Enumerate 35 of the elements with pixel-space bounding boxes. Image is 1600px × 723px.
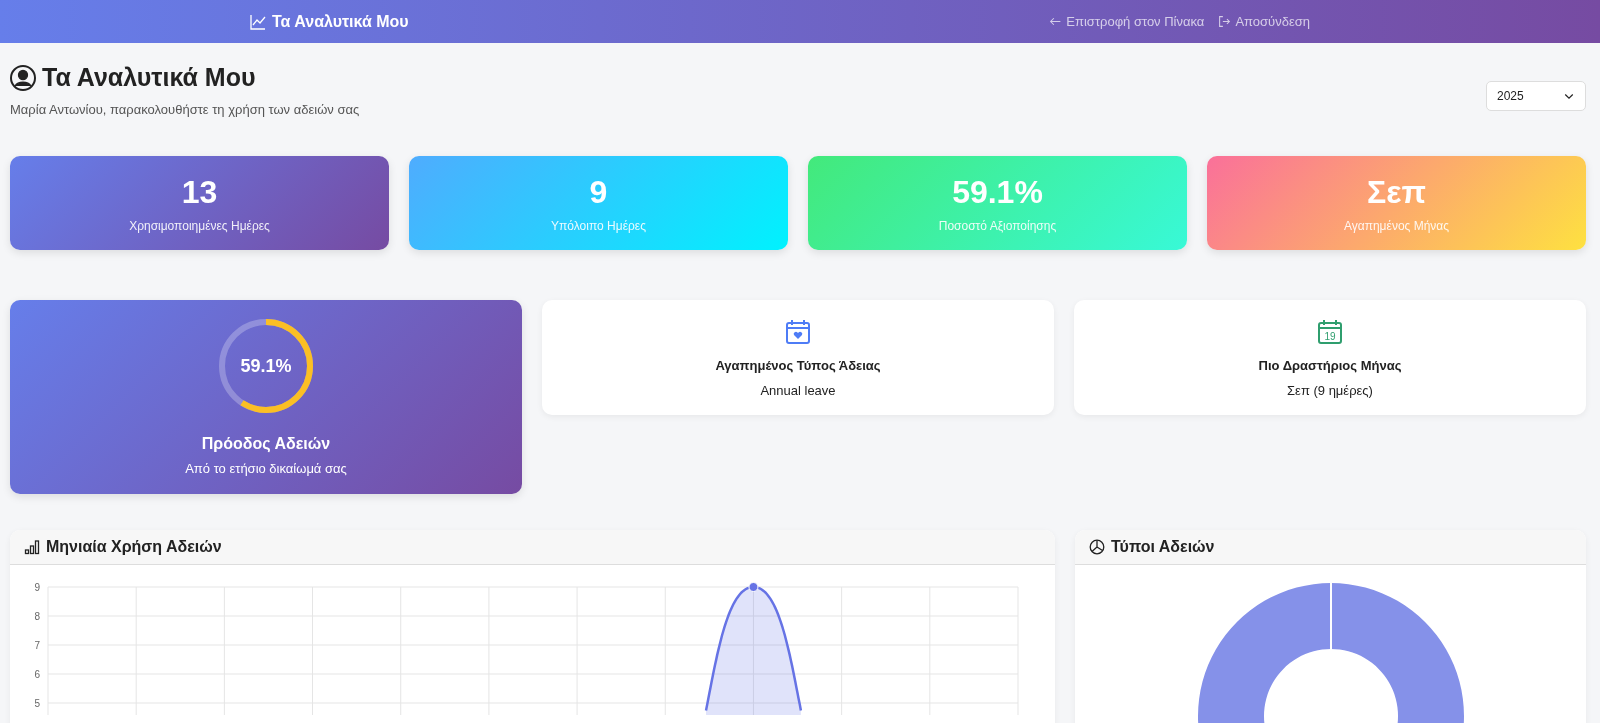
axis-tick-label: 9 (34, 582, 40, 593)
insight-title: Πιο Δραστήριος Μήνας (1258, 358, 1402, 373)
calendar-heart-icon (784, 318, 812, 346)
progress-subtitle: Από το ετήσιο δικαίωμά σας (185, 461, 347, 476)
year-select[interactable]: 2025 (1486, 81, 1586, 111)
axis-tick-label: 7 (34, 640, 40, 651)
page-title: Τα Αναλυτικά Μου (42, 63, 256, 92)
stat-label: Χρησιμοποιημένες Ημέρες (129, 218, 270, 233)
line-chart-icon[interactable] (250, 13, 266, 30)
bar-chart-icon (24, 539, 40, 555)
insight-value: Annual leave (760, 383, 836, 398)
progress-title: Πρόοδος Αδειών (201, 435, 331, 453)
back-link[interactable]: Επιστροφή στον Πίνακα (1049, 14, 1205, 29)
insight-value: Σεπ (9 ημέρες) (1287, 383, 1373, 398)
logout-link[interactable]: Αποσύνδεση (1218, 14, 1310, 29)
stat-label: Αγαπημένος Μήνας (1343, 218, 1450, 233)
stat-label: Υπόλοιπο Ημέρες (551, 218, 646, 233)
axis-tick-label: 5 (34, 698, 40, 709)
stat-value: 9 (589, 173, 608, 211)
stat-label: Ποσοστό Αξιοποίησης (938, 218, 1057, 233)
user-circle-icon (10, 64, 36, 91)
card-title: Μηνιαία Χρήση Αδειών (46, 538, 222, 556)
stat-value: 59.1% (952, 173, 1043, 211)
axis-tick-label: 6 (34, 669, 40, 680)
arrow-left-icon (1049, 15, 1063, 28)
app-brand[interactable]: Τα Αναλυτικά Μου (250, 12, 409, 31)
pie-chart-icon (1089, 539, 1105, 555)
page-subtitle: Μαρία Αντωνίου, παρακολουθήστε τη χρήση των αδειών σας (10, 102, 360, 117)
stat-value: 13 (181, 173, 218, 211)
stat-value: Σεπ (1367, 173, 1426, 211)
progress-percent: 59.1% (240, 355, 292, 377)
logout-icon (1218, 15, 1232, 28)
axis-tick-label: 8 (34, 611, 40, 622)
card-title: Τύποι Αδειών (1111, 538, 1215, 556)
insight-title: Αγαπημένος Τύπος Άδειας (715, 358, 881, 373)
